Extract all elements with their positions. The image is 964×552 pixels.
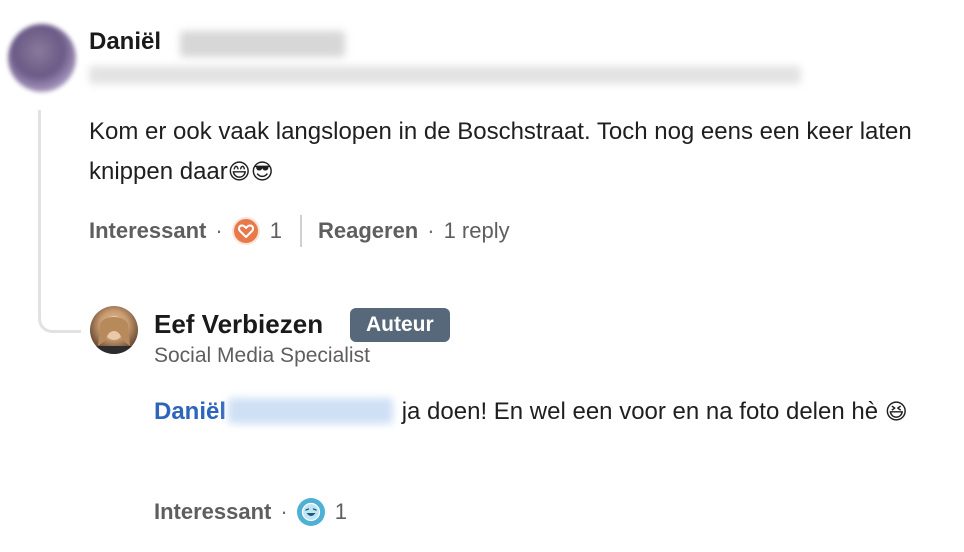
comment-emojis: 😄😎 [227, 160, 274, 185]
reaction-count[interactable]: 1 [335, 499, 347, 525]
comment-actions: Interessant · 1 Reageren · 1 reply [89, 215, 510, 247]
like-button[interactable]: Interessant [154, 499, 271, 525]
reaction-count[interactable]: 1 [270, 218, 282, 244]
comment-text: Kom er ook vaak langslopen in de Boschst… [89, 118, 912, 185]
reply-text: ja doen! En wel een voor en na foto dele… [395, 398, 885, 425]
actions-divider [299, 215, 302, 247]
reply-author-headline: Social Media Specialist [154, 344, 370, 367]
reply-button[interactable]: Reageren [318, 218, 418, 244]
thread-connector-line [38, 110, 81, 333]
heart-icon[interactable] [231, 217, 260, 245]
reply-actions: Interessant · 1 [154, 496, 347, 528]
reply-body: Daniël ja doen! En wel een voor en na fo… [154, 392, 954, 433]
separator-dot: · [280, 499, 288, 524]
funny-icon[interactable] [296, 498, 325, 526]
comment-body: Kom er ook vaak langslopen in de Boschst… [89, 112, 959, 193]
reply-emoji: 😆 [884, 400, 908, 425]
separator-dot: · [427, 218, 435, 243]
mention-first-name[interactable]: Daniël [154, 398, 226, 425]
reply-author-avatar[interactable] [90, 306, 138, 354]
author-badge: Auteur [350, 308, 450, 342]
commenter-lastname-redacted [180, 31, 345, 57]
separator-dot: · [215, 218, 223, 243]
mention-link[interactable]: Daniël [154, 398, 395, 425]
commenter-name[interactable]: Daniël [89, 28, 161, 56]
reply-author-name[interactable]: Eef Verbiezen [154, 309, 323, 340]
commenter-avatar[interactable] [8, 24, 76, 92]
like-button[interactable]: Interessant [89, 218, 206, 244]
commenter-headline-redacted [89, 66, 801, 84]
mention-lastname-redacted [228, 398, 394, 424]
reply-count[interactable]: 1 reply [444, 218, 510, 244]
